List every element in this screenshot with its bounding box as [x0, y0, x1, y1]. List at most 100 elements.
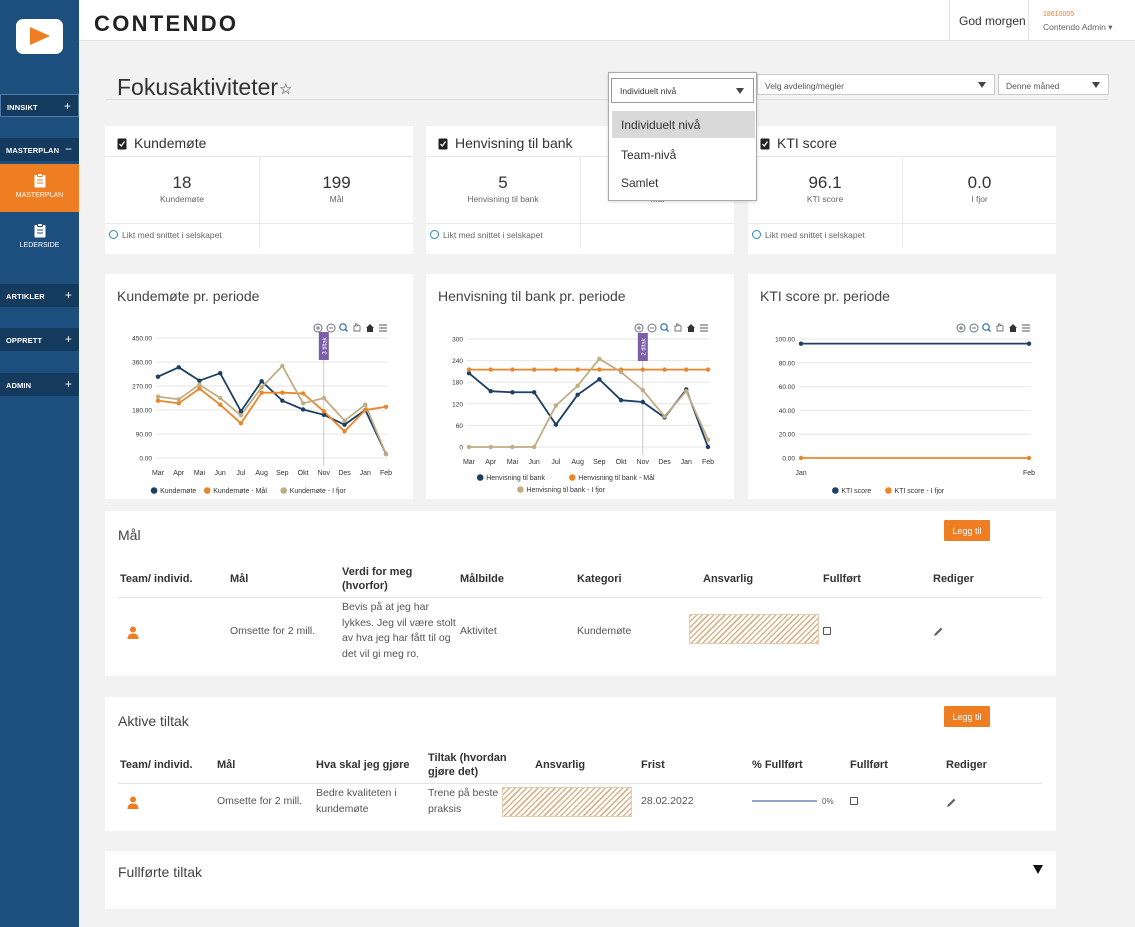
sidebar-section-admin[interactable]: ADMIN +	[0, 373, 79, 396]
sidebar-section-label: INNSIKT	[7, 103, 38, 112]
level-dropdown: Individuelt nivå Individuelt nivå Team-n…	[608, 72, 757, 201]
kpi-title: Henvisning til bank	[455, 135, 573, 151]
zoom-out-icon[interactable]	[647, 323, 657, 333]
actions-section: Aktive tiltak Legg til Team/ individ. Må…	[105, 697, 1056, 831]
data-point	[155, 398, 161, 403]
user-menu[interactable]: Contendo Admin ▾	[1043, 22, 1112, 33]
x-tick-label: Apr	[485, 459, 497, 466]
data-point	[1026, 341, 1032, 346]
magnify-icon[interactable]	[339, 323, 348, 332]
data-point	[238, 409, 244, 414]
deadline-cell: 28.02.2022	[641, 795, 694, 807]
x-tick-label: Aug	[255, 470, 268, 477]
sidebar-section-masterplan[interactable]: MASTERPLAN −	[0, 138, 79, 161]
column-header: Hva skal jeg gjøre	[316, 759, 410, 771]
level-select[interactable]: Individuelt nivå	[611, 78, 754, 103]
data-point	[798, 341, 804, 346]
column-header: Fullført	[850, 759, 888, 771]
completed-section[interactable]: Fullførte tiltak	[105, 851, 1056, 909]
legend-label: Henvisning til bank	[486, 475, 545, 482]
zoom-out-icon[interactable]	[969, 323, 979, 333]
data-point	[640, 367, 646, 372]
progress-bar	[752, 800, 817, 802]
x-tick-label: Mar	[152, 470, 165, 477]
brand-wordmark[interactable]: CONTENDO	[94, 11, 238, 37]
legend-marker	[885, 487, 892, 494]
home-icon[interactable]	[1009, 324, 1017, 332]
column-header: Fullført	[823, 573, 861, 585]
y-tick-label: 80.00	[779, 360, 796, 367]
kpi-label: Henvisning til bank	[467, 194, 539, 204]
sidebar-item-lederside[interactable]: LEDERSIDE	[0, 214, 79, 262]
magnify-icon[interactable]	[982, 323, 991, 332]
y-tick-label: 360.00	[132, 360, 152, 367]
y-tick-label: 20.00	[779, 432, 796, 439]
y-tick-label: 0.00	[139, 456, 152, 463]
chart-card-henvisning: Henvisning til bank pr. periode 300 240 18…	[426, 274, 734, 499]
chart-henvisning: 300 240 180 120 60 0Mar Apr Mai Jun Jul Aug Sep Okt N…	[452, 323, 714, 494]
x-tick-label: Okt	[616, 459, 627, 466]
completed-checkbox[interactable]	[850, 797, 858, 805]
data-point	[259, 390, 264, 395]
status-ring-icon	[109, 230, 118, 239]
zoom-in-icon[interactable]	[313, 323, 323, 333]
menu-icon[interactable]	[379, 324, 387, 332]
pencil-icon[interactable]	[946, 797, 957, 808]
magnify-icon[interactable]	[660, 323, 669, 332]
sidebar-item-masterplan[interactable]: MASTERPLAN	[0, 164, 79, 212]
column-header: Målbilde	[460, 573, 505, 585]
x-tick-label: Des	[658, 459, 671, 466]
data-point	[342, 418, 347, 423]
home-icon[interactable]	[366, 324, 374, 332]
kpi-card-kti: KTI score 96.1 KTI score 0.0 I fjor Likt m…	[748, 126, 1056, 254]
pan-hand-icon[interactable]	[674, 323, 682, 332]
legend-marker	[569, 474, 576, 481]
level-option[interactable]: Team-nivå	[612, 141, 755, 168]
x-tick-label: Jan	[681, 459, 692, 466]
column-header: Verdi for meg (hvorfor)	[342, 566, 413, 592]
data-point	[705, 444, 711, 450]
menu-icon[interactable]	[1022, 324, 1030, 332]
y-tick-label: 180	[452, 380, 463, 387]
home-icon[interactable]	[687, 324, 695, 332]
zoom-in-icon[interactable]	[634, 323, 644, 333]
data-point	[342, 422, 347, 427]
data-point	[531, 390, 537, 395]
clipboard-icon	[34, 223, 45, 238]
sidebar-section-insikt[interactable]: INNSIKT +	[0, 94, 79, 117]
legend-marker	[203, 487, 211, 494]
sidebar-section-opprett[interactable]: OPPRETT +	[0, 328, 79, 351]
legend-label: Henvisning til bank - Mål	[578, 474, 655, 482]
add-action-button[interactable]: Legg til	[944, 706, 990, 727]
favorite-star-icon[interactable]: ☆	[279, 80, 292, 98]
pan-hand-icon[interactable]	[996, 323, 1004, 332]
menu-icon[interactable]	[700, 324, 708, 332]
collapse-icon: −	[64, 142, 72, 156]
responsible-cell	[502, 787, 632, 817]
data-point	[259, 385, 264, 390]
chart-card-kundemote: Kundemøte pr. periode 450.00 360.00 270.00…	[105, 274, 413, 499]
app-logo[interactable]	[16, 19, 63, 54]
completed-checkbox[interactable]	[823, 627, 831, 635]
department-select[interactable]: Velg avdeling/megler	[757, 74, 995, 95]
pencil-icon[interactable]	[933, 626, 944, 637]
chart-kti: 100.00 80.00 60.00 40.00 20.00 0.00Jan Feb KTI …	[775, 323, 1035, 495]
data-point	[684, 389, 689, 394]
data-point	[531, 367, 537, 372]
x-tick-label: Jun	[215, 470, 226, 477]
add-goal-button[interactable]: Legg til	[944, 520, 990, 541]
pan-hand-icon[interactable]	[353, 323, 361, 332]
y-tick-label: 0.00	[782, 456, 795, 463]
sidebar-section-artikler[interactable]: ARTIKLER +	[0, 284, 79, 307]
x-tick-label: Nov	[318, 470, 331, 477]
period-select[interactable]: Denne måned	[998, 74, 1109, 95]
data-point	[510, 444, 515, 450]
level-option[interactable]: Samlet	[612, 169, 755, 196]
expand-triangle-icon[interactable]	[1033, 865, 1043, 874]
level-option[interactable]: Individuelt nivå	[612, 111, 755, 138]
kpi-target-label: Mål	[329, 194, 344, 204]
zoom-in-icon[interactable]	[956, 323, 966, 333]
zoom-out-icon[interactable]	[326, 323, 336, 333]
status-ring-icon	[430, 230, 439, 239]
data-point	[553, 403, 559, 408]
